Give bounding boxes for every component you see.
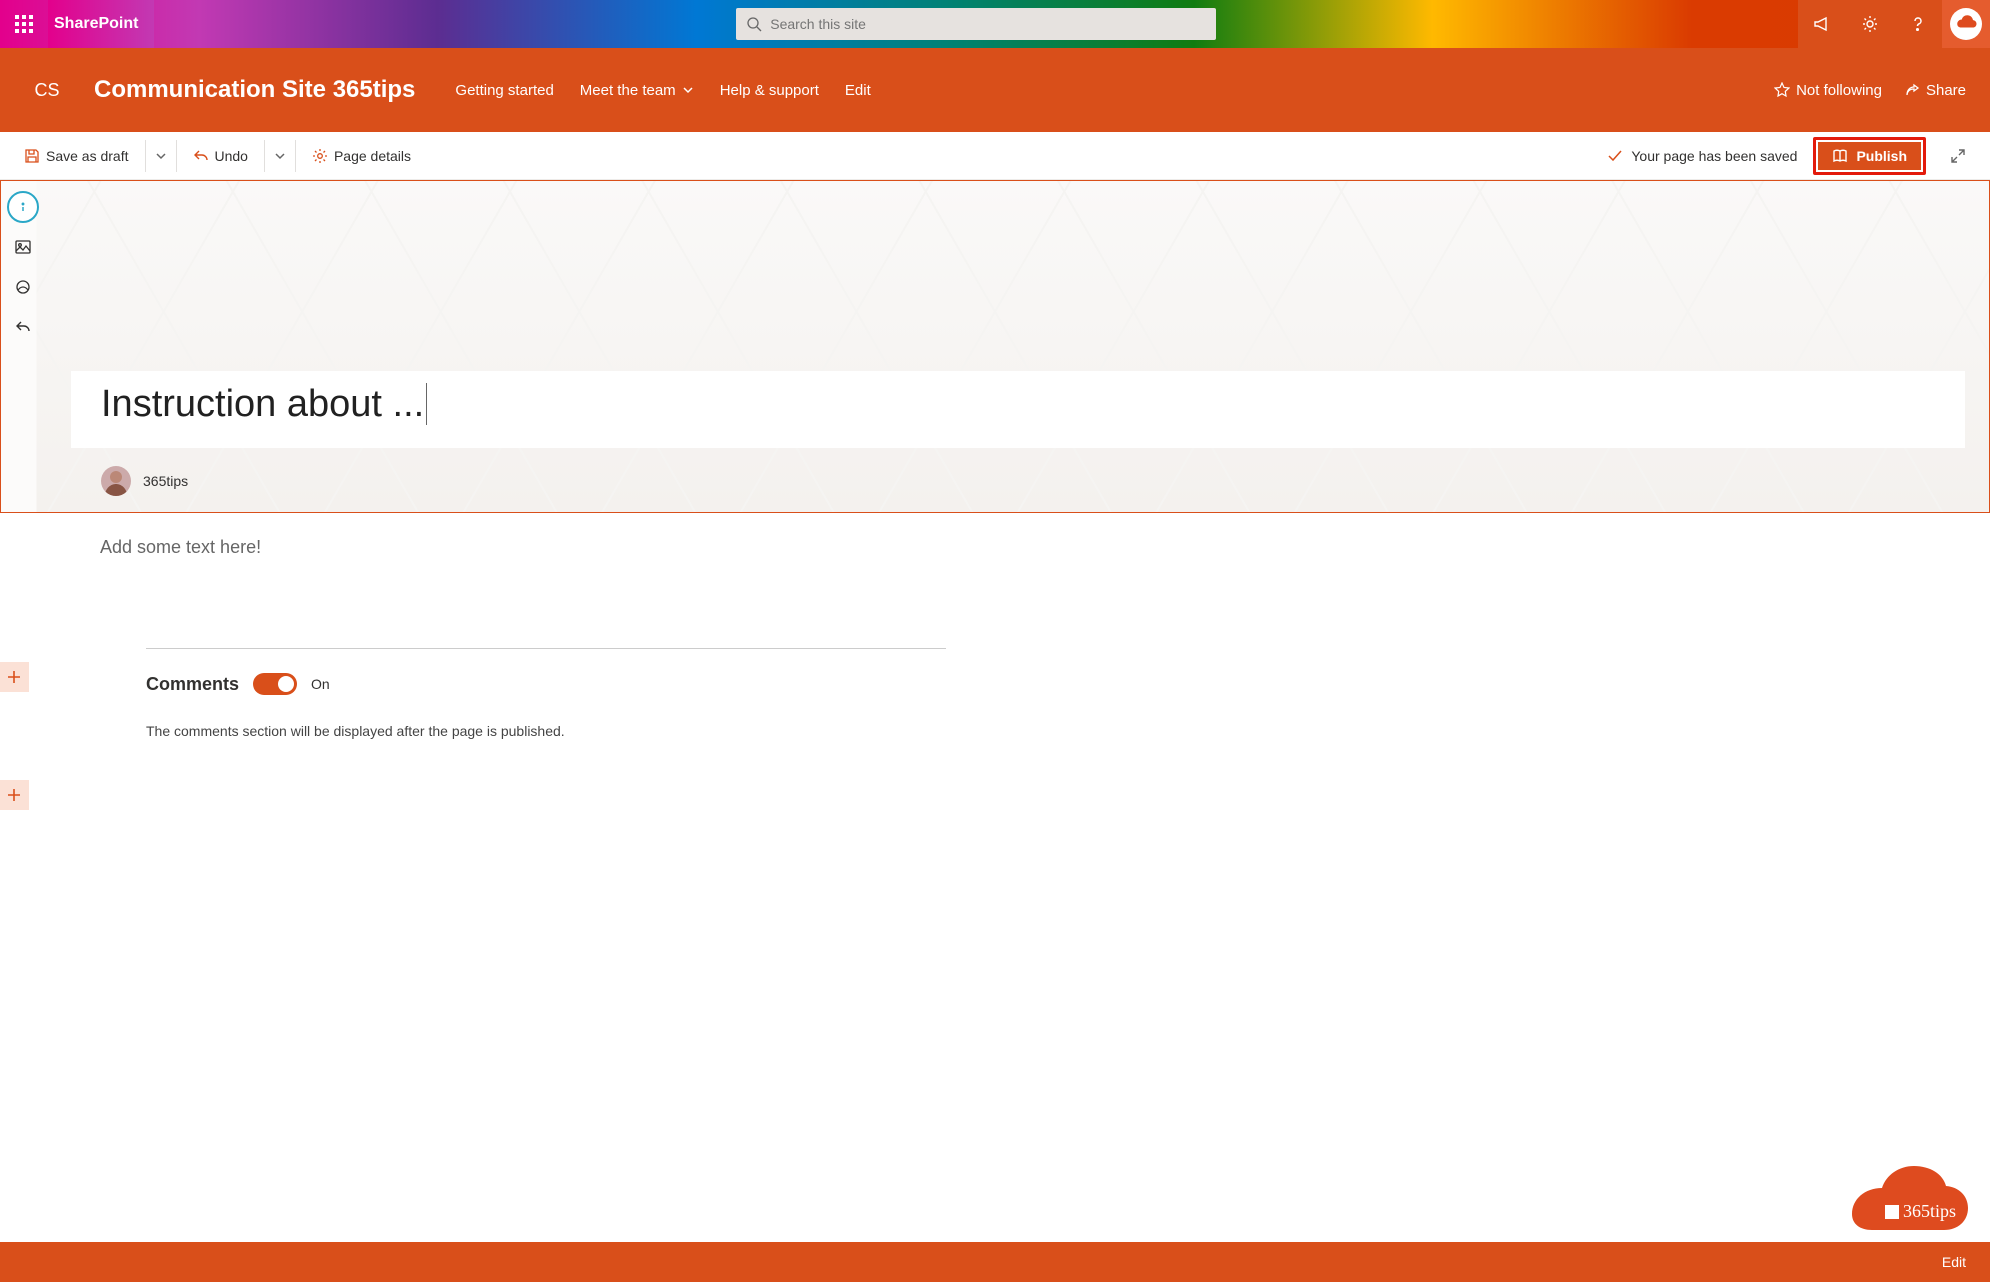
save-status: Your page has been saved [1607, 148, 1797, 164]
publish-button[interactable]: Publish [1818, 142, 1921, 170]
app-launcher-button[interactable] [0, 0, 48, 48]
save-status-label: Your page has been saved [1631, 148, 1797, 164]
title-layout-color-button[interactable] [7, 271, 39, 303]
suite-search-wrap [154, 8, 1798, 40]
add-section-button[interactable] [0, 662, 29, 692]
title-toolbar [7, 191, 39, 343]
chevron-down-icon [682, 84, 694, 96]
plus-icon [6, 669, 22, 685]
check-icon [1607, 148, 1623, 164]
follow-label: Not following [1796, 82, 1882, 99]
undo-icon [193, 148, 209, 164]
comments-heading: Comments [146, 674, 239, 695]
chevron-down-icon [155, 150, 167, 162]
site-logo[interactable]: CS [24, 74, 70, 106]
account-avatar-icon [1950, 8, 1982, 40]
comments-header: Comments On [146, 673, 946, 695]
help-button[interactable] [1894, 0, 1942, 48]
title-section[interactable]: Instruction about ... 365tips [0, 180, 1990, 513]
office-icon [1885, 1205, 1899, 1219]
expand-icon [1950, 148, 1966, 164]
title-layout-image-button[interactable] [7, 231, 39, 263]
undo-icon [14, 318, 32, 336]
save-draft-split[interactable] [145, 140, 177, 172]
title-background [1, 181, 1989, 512]
body-section[interactable]: Add some text here! [0, 513, 1990, 598]
add-section-button-2[interactable] [0, 780, 29, 810]
megaphone-button[interactable] [1798, 0, 1846, 48]
comments-block: Comments On The comments section will be… [146, 648, 946, 739]
site-title[interactable]: Communication Site 365tips [94, 76, 415, 104]
author-name[interactable]: 365tips [143, 473, 188, 489]
waffle-icon [15, 15, 33, 33]
save-draft-label: Save as draft [46, 148, 129, 164]
search-input[interactable] [770, 16, 1206, 32]
book-icon [1832, 148, 1848, 164]
title-layout-plain-button[interactable] [7, 191, 39, 223]
save-draft-button[interactable]: Save as draft [16, 140, 137, 172]
page-details-button[interactable]: Page details [304, 140, 419, 172]
page-details-label: Page details [334, 148, 411, 164]
gear-icon [1860, 14, 1880, 34]
suite-bar: SharePoint [0, 0, 1990, 48]
title-reset-button[interactable] [7, 311, 39, 343]
nav-meet-team-label: Meet the team [580, 82, 676, 99]
nav-help[interactable]: Help & support [720, 82, 819, 99]
suite-right [1798, 0, 1990, 48]
comments-note: The comments section will be displayed a… [146, 723, 946, 739]
undo-button[interactable]: Undo [185, 140, 256, 172]
title-area[interactable]: Instruction about ... [71, 371, 1965, 448]
search-box[interactable] [736, 8, 1216, 40]
command-bar: Save as draft Undo Page details Your pag… [0, 132, 1990, 180]
site-nav: Getting started Meet the team Help & sup… [455, 82, 870, 99]
brand-badge-content: 365tips [1885, 1201, 1956, 1222]
chevron-down-icon [274, 150, 286, 162]
site-header: CS Communication Site 365tips Getting st… [0, 48, 1990, 132]
star-icon [1774, 82, 1790, 98]
footer-edit-button[interactable]: Edit [1942, 1254, 1966, 1270]
account-button[interactable] [1942, 0, 1990, 48]
share-label: Share [1926, 82, 1966, 99]
save-icon [24, 148, 40, 164]
follow-button[interactable]: Not following [1774, 82, 1882, 99]
canvas: Instruction about ... 365tips Add some t… [0, 180, 1990, 739]
author-row: 365tips [101, 466, 1989, 496]
body-placeholder[interactable]: Add some text here! [100, 537, 1990, 558]
brand-badge-text: 365tips [1903, 1201, 1956, 1222]
undo-label: Undo [215, 148, 248, 164]
toggle-knob [278, 676, 294, 692]
footer-bar: Edit [0, 1242, 1990, 1282]
page-title[interactable]: Instruction about ... [101, 383, 427, 425]
nav-edit[interactable]: Edit [845, 82, 871, 99]
help-icon [1908, 14, 1928, 34]
suite-left: SharePoint [0, 0, 154, 48]
expand-button[interactable] [1942, 140, 1974, 172]
nav-getting-started[interactable]: Getting started [455, 82, 553, 99]
site-actions: Not following Share [1774, 82, 1966, 99]
info-icon [15, 199, 31, 215]
publish-highlight: Publish [1813, 137, 1926, 175]
picture-icon [14, 278, 32, 296]
image-icon [14, 238, 32, 256]
plus-icon [6, 787, 22, 803]
share-button[interactable]: Share [1904, 82, 1966, 99]
publish-label: Publish [1856, 148, 1907, 164]
brand-link[interactable]: SharePoint [48, 0, 154, 48]
author-avatar[interactable] [101, 466, 131, 496]
nav-meet-team[interactable]: Meet the team [580, 82, 694, 99]
comments-toggle[interactable] [253, 673, 297, 695]
undo-split[interactable] [264, 140, 296, 172]
gear-icon [312, 148, 328, 164]
comments-toggle-label: On [311, 676, 330, 692]
search-icon [746, 16, 762, 32]
settings-button[interactable] [1846, 0, 1894, 48]
share-icon [1904, 82, 1920, 98]
brand-badge[interactable]: 365tips [1832, 1166, 1972, 1236]
megaphone-icon [1812, 14, 1832, 34]
